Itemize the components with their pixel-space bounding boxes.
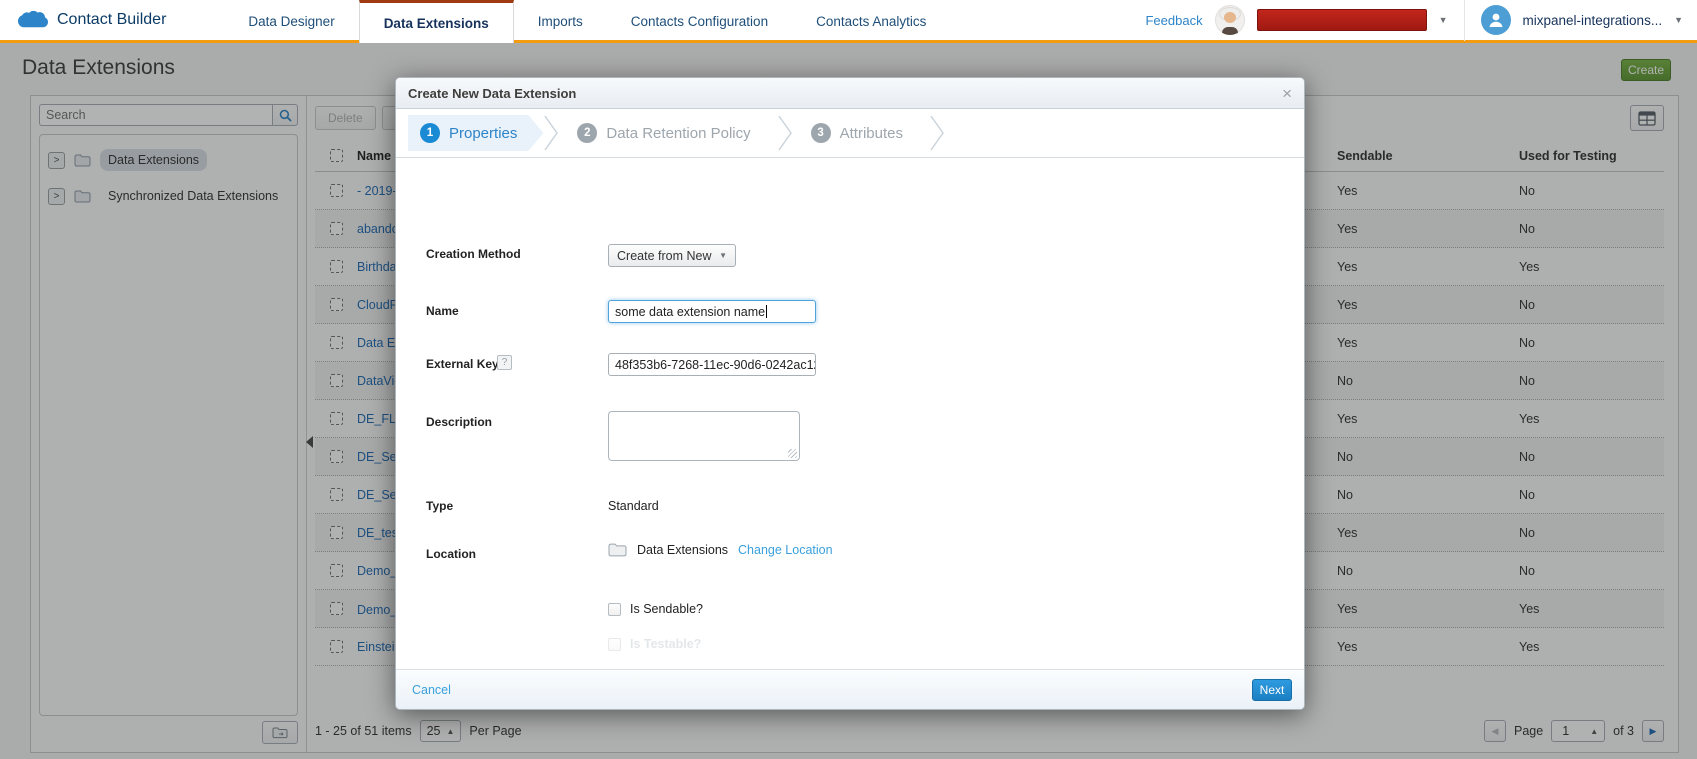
creation-method-dropdown[interactable]: Create from New ▼ [608, 244, 736, 267]
location-label: Location [426, 547, 476, 561]
tab-data-extensions[interactable]: Data Extensions [359, 0, 514, 43]
tab-contacts-configuration[interactable]: Contacts Configuration [607, 0, 792, 40]
name-input[interactable]: some data extension name [608, 300, 816, 323]
cancel-link[interactable]: Cancel [412, 683, 451, 697]
step-data-retention-policy[interactable]: 2 Data Retention Policy [565, 115, 776, 151]
creation-method-value: Create from New [617, 249, 711, 263]
tab-contacts-analytics[interactable]: Contacts Analytics [792, 0, 950, 40]
step-chevron-icon [543, 115, 559, 151]
nav-divider [1464, 0, 1465, 41]
modal-body: Creation Method Create from New ▼ Name s… [396, 159, 1304, 669]
step-label: Properties [449, 125, 517, 142]
step-label: Attributes [840, 125, 903, 142]
step-properties[interactable]: 1 Properties [408, 115, 543, 151]
modal-title: Create New Data Extension [408, 86, 576, 101]
close-icon[interactable]: × [1282, 85, 1292, 102]
is-sendable-label: Is Sendable? [630, 602, 703, 616]
wizard-steps: 1 Properties 2 Data Retention Policy 3 A… [396, 109, 1304, 158]
salesforce-cloud-icon [16, 9, 48, 31]
next-button[interactable]: Next [1252, 679, 1292, 701]
chevron-down-icon[interactable]: ▼ [1439, 15, 1448, 25]
is-testable-checkbox [608, 638, 621, 651]
create-data-extension-modal: Create New Data Extension × 1 Properties… [395, 77, 1305, 710]
step-chevron-icon [929, 115, 945, 151]
nav-tabs: Data Designer Data Extensions Imports Co… [224, 0, 950, 40]
user-avatar-icon [1481, 5, 1511, 35]
is-testable-label: Is Testable? [630, 637, 701, 651]
help-icon[interactable]: ? [497, 355, 512, 370]
app-title: Contact Builder [57, 11, 166, 29]
brand: Contact Builder [0, 0, 184, 40]
step-number-badge: 2 [577, 123, 597, 143]
name-label: Name [426, 304, 459, 318]
modal-footer: Cancel Next [396, 669, 1304, 709]
description-label: Description [426, 415, 492, 429]
text-cursor [766, 305, 767, 318]
account-chevron-down-icon[interactable]: ▼ [1674, 15, 1683, 25]
nav-right: Feedback ▼ mixpanel-integrations... ▼ [1145, 0, 1697, 40]
dropdown-caret-icon: ▼ [719, 251, 727, 260]
account-name: mixpanel-integrations... [1523, 13, 1663, 28]
einstein-avatar-icon [1215, 5, 1245, 35]
type-label: Type [426, 499, 453, 513]
step-chevron-icon [777, 115, 793, 151]
name-input-value: some data extension name [615, 305, 765, 319]
is-sendable-checkbox[interactable] [608, 603, 621, 616]
step-attributes[interactable]: 3 Attributes [799, 115, 929, 151]
change-location-link[interactable]: Change Location [738, 543, 833, 557]
step-number-badge: 1 [420, 123, 440, 143]
resize-grip-icon[interactable] [788, 449, 797, 458]
location-value: Data Extensions [637, 543, 728, 557]
external-key-value: 48f353b6-7268-11ec-90d6-0242ac1200 [615, 358, 816, 372]
external-key-label: External Key [426, 357, 499, 371]
tab-imports[interactable]: Imports [514, 0, 607, 40]
tab-data-designer[interactable]: Data Designer [224, 0, 358, 40]
step-label: Data Retention Policy [606, 125, 750, 142]
type-value: Standard [608, 499, 659, 513]
description-textarea[interactable] [608, 411, 800, 461]
feedback-link[interactable]: Feedback [1145, 13, 1202, 28]
folder-icon [608, 543, 627, 557]
top-nav: Contact Builder Data Designer Data Exten… [0, 0, 1697, 43]
external-key-input[interactable]: 48f353b6-7268-11ec-90d6-0242ac1200 [608, 353, 816, 376]
modal-header: Create New Data Extension × [396, 78, 1304, 109]
step-number-badge: 3 [811, 123, 831, 143]
creation-method-label: Creation Method [426, 247, 521, 261]
redacted-banner [1257, 9, 1427, 31]
